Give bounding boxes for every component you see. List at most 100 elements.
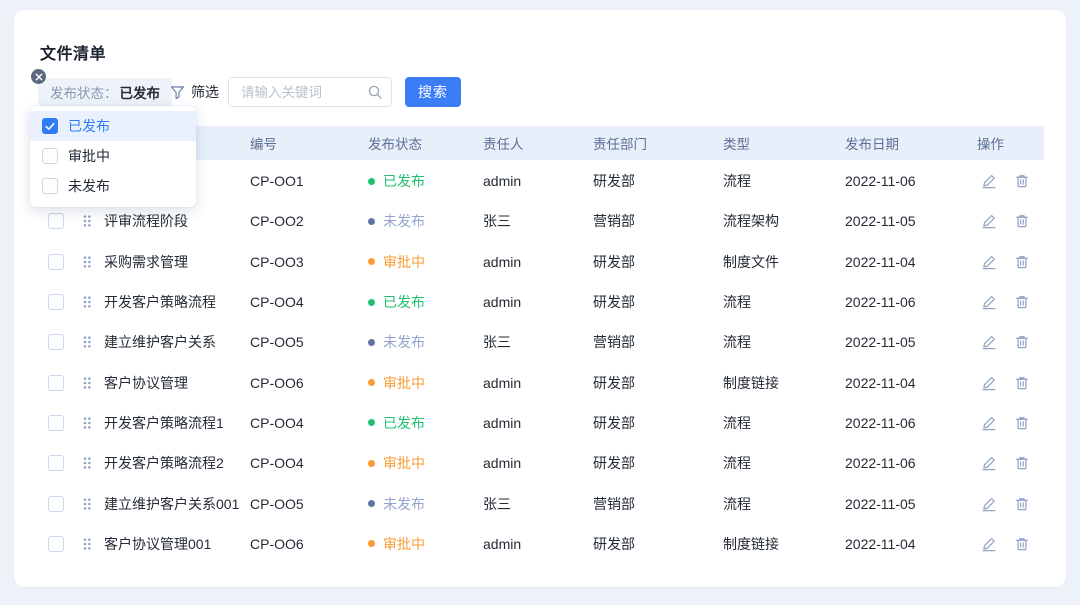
column-header: 类型 <box>723 133 845 153</box>
delete-button[interactable] <box>1014 334 1030 350</box>
edit-button[interactable] <box>981 334 997 350</box>
row-name: 开发客户策略流程2 <box>104 453 224 473</box>
row-checkbox[interactable] <box>48 213 64 229</box>
keyword-search-box <box>228 77 392 107</box>
row-type: 流程架构 <box>723 211 845 231</box>
edit-pencil-icon <box>981 213 997 229</box>
filter-tag-label: 发布状态： <box>50 82 118 102</box>
row-checkbox[interactable] <box>48 455 64 471</box>
edit-button[interactable] <box>981 455 997 471</box>
status-text: 审批中 <box>383 252 425 272</box>
drag-handle[interactable] <box>82 255 92 269</box>
edit-button[interactable] <box>981 254 997 270</box>
name-cell: 建立维护客户关系001 <box>40 494 250 514</box>
status-cell: 审批中 <box>368 373 483 393</box>
checkbox-unchecked[interactable] <box>42 178 58 194</box>
dropdown-option-unpublished[interactable]: 未发布 <box>30 171 196 201</box>
edit-button[interactable] <box>981 375 997 391</box>
row-checkbox[interactable] <box>48 254 64 270</box>
delete-button[interactable] <box>1014 294 1030 310</box>
drag-handle[interactable] <box>82 416 92 430</box>
status-cell: 未发布 <box>368 494 483 514</box>
edit-button[interactable] <box>981 415 997 431</box>
dropdown-option-approving[interactable]: 审批中 <box>30 141 196 171</box>
row-date: 2022-11-04 <box>845 375 977 391</box>
row-checkbox[interactable] <box>48 536 64 552</box>
drag-handle-icon <box>82 295 92 309</box>
filter-button[interactable]: 筛选 <box>170 78 219 106</box>
edit-button[interactable] <box>981 213 997 229</box>
row-checkbox[interactable] <box>48 334 64 350</box>
row-code: CP-OO5 <box>250 334 368 350</box>
drag-handle[interactable] <box>82 214 92 228</box>
row-dept: 研发部 <box>593 453 723 473</box>
drag-handle[interactable] <box>82 456 92 470</box>
trash-icon <box>1014 536 1030 552</box>
delete-button[interactable] <box>1014 496 1030 512</box>
search-input[interactable] <box>239 84 367 101</box>
edit-button[interactable] <box>981 536 997 552</box>
row-dept: 研发部 <box>593 292 723 312</box>
row-checkbox[interactable] <box>48 294 64 310</box>
delete-button[interactable] <box>1014 213 1030 229</box>
page-title: 文件清单 <box>40 40 106 64</box>
table-row: 评审流程阶段 CP-OO2 未发布 张三 营销部 流程架构 2022-11-05 <box>40 201 1044 241</box>
status-text: 已发布 <box>383 171 425 191</box>
status-text: 审批中 <box>383 534 425 554</box>
row-type: 制度文件 <box>723 252 845 272</box>
row-date: 2022-11-06 <box>845 173 977 189</box>
trash-icon <box>1014 213 1030 229</box>
trash-icon <box>1014 173 1030 189</box>
row-owner: admin <box>483 536 593 552</box>
delete-button[interactable] <box>1014 455 1030 471</box>
row-date: 2022-11-05 <box>845 213 977 229</box>
checkmark-icon <box>45 122 55 131</box>
dropdown-option-published[interactable]: 已发布 <box>30 111 196 141</box>
drag-handle[interactable] <box>82 335 92 349</box>
trash-icon <box>1014 254 1030 270</box>
edit-button[interactable] <box>981 173 997 189</box>
drag-handle[interactable] <box>82 537 92 551</box>
name-cell: 开发客户策略流程1 <box>40 413 250 433</box>
row-name: 客户协议管理001 <box>104 534 211 554</box>
row-checkbox[interactable] <box>48 375 64 391</box>
drag-handle[interactable] <box>82 295 92 309</box>
checkbox-checked[interactable] <box>42 118 58 134</box>
row-dept: 营销部 <box>593 494 723 514</box>
name-cell: 开发客户策略流程2 <box>40 453 250 473</box>
delete-button[interactable] <box>1014 173 1030 189</box>
row-date: 2022-11-06 <box>845 294 977 310</box>
search-icon <box>367 84 383 100</box>
status-text: 已发布 <box>383 292 425 312</box>
delete-button[interactable] <box>1014 415 1030 431</box>
name-cell: 开发客户策略流程 <box>40 292 250 312</box>
table-row: 采购需求管理 CP-OO3 审批中 admin 研发部 制度文件 2022-11… <box>40 242 1044 282</box>
drag-handle[interactable] <box>82 497 92 511</box>
status-cell: 审批中 <box>368 534 483 554</box>
status-dot <box>368 540 375 547</box>
row-actions <box>977 254 1044 270</box>
search-button[interactable]: 搜索 <box>405 77 461 107</box>
file-list-card: 文件清单 发布状态： 已发布 筛选 搜索 <box>14 10 1066 587</box>
edit-button[interactable] <box>981 496 997 512</box>
name-cell: 客户协议管理 <box>40 373 250 393</box>
status-text: 未发布 <box>383 211 425 231</box>
delete-button[interactable] <box>1014 254 1030 270</box>
status-cell: 已发布 <box>368 292 483 312</box>
dropdown-option-label: 审批中 <box>68 146 110 166</box>
delete-button[interactable] <box>1014 536 1030 552</box>
row-checkbox[interactable] <box>48 415 64 431</box>
row-checkbox[interactable] <box>48 496 64 512</box>
delete-button[interactable] <box>1014 375 1030 391</box>
checkbox-unchecked[interactable] <box>42 148 58 164</box>
drag-handle[interactable] <box>82 376 92 390</box>
publish-status-filter-tag[interactable]: 发布状态： 已发布 <box>38 78 172 106</box>
row-owner: admin <box>483 173 593 189</box>
edit-button[interactable] <box>981 294 997 310</box>
row-date: 2022-11-05 <box>845 496 977 512</box>
dropdown-option-label: 已发布 <box>68 116 110 136</box>
clear-filter-button[interactable] <box>31 69 46 84</box>
row-dept: 研发部 <box>593 373 723 393</box>
status-dot <box>368 379 375 386</box>
row-code: CP-OO1 <box>250 173 368 189</box>
